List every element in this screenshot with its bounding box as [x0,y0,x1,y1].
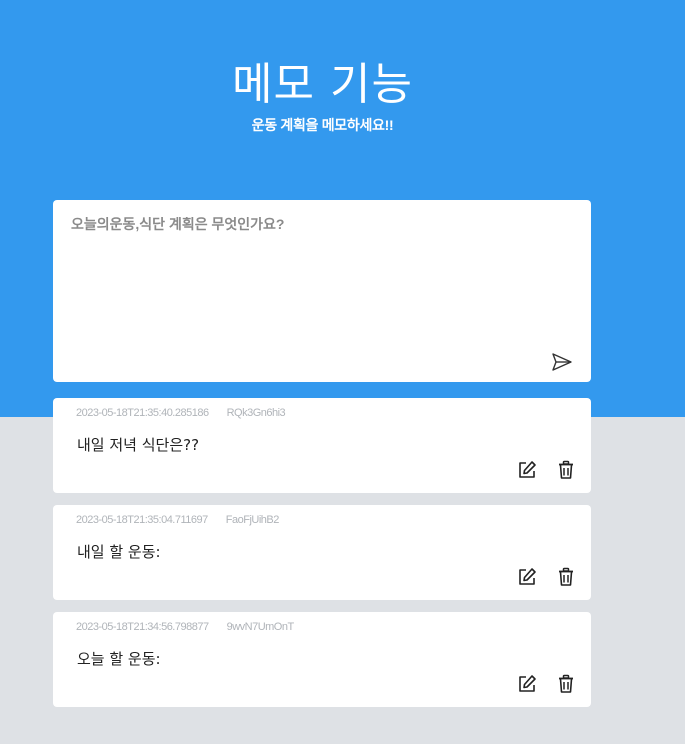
memo-text: 오늘 할 운동: [77,650,161,668]
memo-card: 2023-05-18T21:35:40.285186 RQk3Gn6hi3 내일 … [53,398,591,493]
edit-button[interactable] [517,567,537,587]
trash-icon [559,674,573,693]
page-subtitle: 운동 계획을 메모하세요!! [251,117,394,133]
trash-icon [559,460,573,479]
memo-meta: 2023-05-18T21:35:40.285186 RQk3Gn6hi3 [76,407,286,419]
memo-timestamp: 2023-05-18T21:35:04.711697 [76,514,208,526]
memo-timestamp: 2023-05-18T21:35:40.285186 [76,407,209,419]
memo-meta: 2023-05-18T21:34:56.798877 9wvN7UmOnT [76,621,294,633]
edit-button[interactable] [517,674,537,694]
memo-id: FaoFjUihB2 [225,514,280,526]
memo-text: 내일 저녁 식단은?? [77,436,200,454]
send-button[interactable] [550,350,574,374]
trash-icon [559,567,573,586]
edit-icon [519,461,536,478]
memo-id: 9wvN7UmOnT [226,621,295,633]
page-title: 메모 기능 [232,59,413,111]
memo-text: 내일 할 운동: [77,543,161,561]
send-icon [552,353,572,371]
delete-button[interactable] [556,460,576,480]
memo-meta: 2023-05-18T21:35:04.711697 FaoFjUihB2 [76,514,279,526]
memo-input[interactable] [71,217,291,337]
delete-button[interactable] [556,567,576,587]
memo-card: 2023-05-18T21:35:04.711697 FaoFjUihB2 내일 … [53,505,591,600]
memo-timestamp: 2023-05-18T21:34:56.798877 [76,621,209,633]
memo-card: 2023-05-18T21:34:56.798877 9wvN7UmOnT 오늘 … [53,612,591,707]
delete-button[interactable] [556,674,576,694]
edit-icon [519,675,536,692]
memo-composer [53,200,591,382]
memo-id: RQk3Gn6hi3 [226,407,286,419]
edit-icon [519,568,536,585]
edit-button[interactable] [517,460,537,480]
